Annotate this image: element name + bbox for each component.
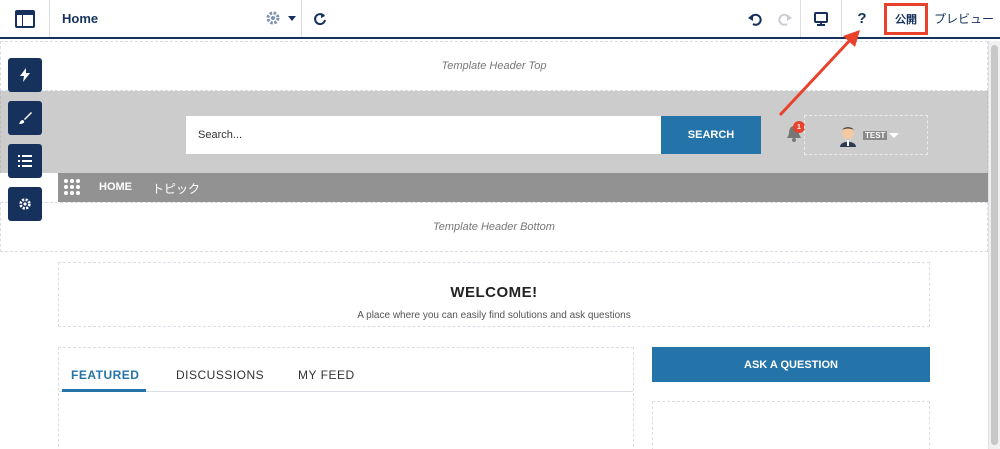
page-selector[interactable]: Home: [50, 0, 302, 37]
search-button[interactable]: SEARCH: [661, 116, 761, 154]
redo-refresh-icon[interactable]: [312, 11, 328, 32]
scrollbar-thumb[interactable]: [991, 45, 998, 445]
list-icon[interactable]: [8, 144, 42, 178]
nav-item-topics[interactable]: トピック: [152, 180, 200, 197]
vertical-scrollbar[interactable]: [988, 41, 1000, 449]
user-profile-menu[interactable]: TEST: [804, 115, 928, 155]
feed-component: FEATURED DISCUSSIONS MY FEED: [58, 347, 634, 449]
caret-down-icon[interactable]: [288, 16, 296, 21]
app-launcher-icon[interactable]: [64, 179, 80, 195]
template-header-bottom[interactable]: Template Header Bottom: [0, 202, 988, 252]
nav-item-home[interactable]: HOME: [99, 181, 132, 193]
tab-featured[interactable]: FEATURED: [71, 368, 139, 382]
search-input[interactable]: Search...: [186, 116, 661, 154]
undo-icon[interactable]: [740, 0, 770, 37]
builder-side-tools: [8, 58, 42, 230]
caret-down-icon[interactable]: [889, 133, 899, 138]
tab-discussions[interactable]: DISCUSSIONS: [176, 368, 264, 382]
brush-icon[interactable]: [8, 101, 42, 135]
welcome-section[interactable]: WELCOME! A place where you can easily fi…: [58, 262, 930, 327]
preview-button[interactable]: プレビュー: [928, 0, 1000, 37]
sidebar-component[interactable]: [652, 401, 930, 449]
page-selector-label: Home: [62, 11, 99, 26]
gear-icon[interactable]: [265, 10, 281, 31]
lightning-icon[interactable]: [8, 58, 42, 92]
layout-icon[interactable]: [0, 0, 50, 37]
ask-question-button[interactable]: ASK A QUESTION: [652, 347, 930, 382]
tab-my-feed[interactable]: MY FEED: [298, 368, 355, 382]
callout-arrow: [778, 30, 860, 117]
welcome-title: WELCOME!: [450, 284, 538, 301]
welcome-subtitle: A place where you can easily find soluti…: [357, 310, 631, 321]
user-name: TEST: [863, 131, 888, 140]
gear-icon[interactable]: [8, 187, 42, 221]
publish-button[interactable]: 公開: [884, 2, 928, 35]
navigation-menu: HOME トピック: [58, 173, 988, 202]
avatar: [837, 125, 859, 152]
active-tab-indicator: [62, 389, 146, 392]
feed-tabs: FEATURED DISCUSSIONS MY FEED: [59, 348, 633, 392]
